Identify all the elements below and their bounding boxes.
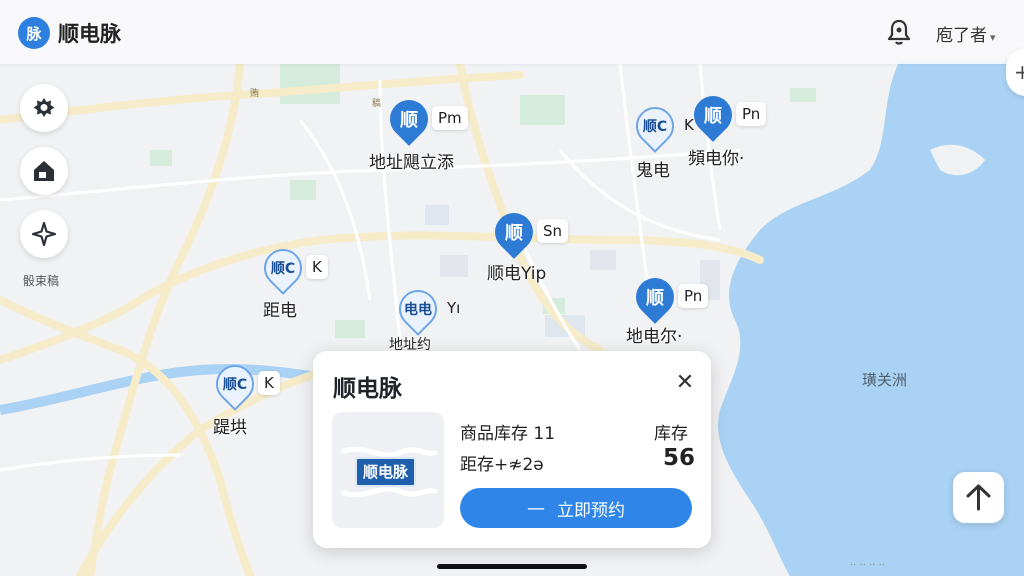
stock-label: 商品库存 11 xyxy=(460,424,556,444)
close-button[interactable]: ✕ xyxy=(673,371,697,395)
home-icon xyxy=(34,161,54,181)
scroll-up-button[interactable] xyxy=(953,472,1004,523)
pin-label: 地址飓立添 xyxy=(369,153,454,173)
distance-label: 距存+≉2ə xyxy=(460,455,544,475)
layers-button[interactable] xyxy=(20,84,68,132)
app-title: 顺电脉 xyxy=(58,22,121,46)
pin-label: 地电尔· xyxy=(626,327,683,347)
stock-header: 库存 xyxy=(654,424,688,444)
gear-icon xyxy=(33,98,55,117)
stock-value: 56 xyxy=(663,445,696,471)
sea-label: 璜关洲 xyxy=(862,371,908,389)
compass-icon xyxy=(31,221,57,247)
pin-tag: Sn xyxy=(537,219,569,243)
close-icon: ✕ xyxy=(675,370,695,395)
station-info-card: 顺电脉 ✕ 顺电脉 商品库存 11 距存+≉2ə 库存 56 — 立即预约 xyxy=(313,351,711,548)
plus-icon: + xyxy=(1014,60,1024,84)
pin-tag: K xyxy=(306,255,328,279)
arrow-up-icon xyxy=(966,484,991,511)
locate-button[interactable] xyxy=(20,210,68,258)
pin-tag: Yı xyxy=(447,299,461,317)
pin-tag: Pn xyxy=(736,102,767,126)
road-label: 贿 xyxy=(250,87,259,99)
pin-tag: Pm xyxy=(432,106,468,130)
controls-caption: 骰束稿 xyxy=(23,274,60,288)
home-indicator[interactable] xyxy=(437,564,587,569)
top-bar: 脉 顺电脉 庖了者 ▾ xyxy=(0,0,1024,64)
bell-icon[interactable] xyxy=(884,17,914,47)
card-title: 顺电脉 xyxy=(333,376,402,402)
user-name: 庖了者 xyxy=(936,26,987,46)
pin-tag: Pn xyxy=(678,284,709,308)
reserve-button[interactable]: — 立即预约 xyxy=(460,488,692,528)
thumbnail-badge: 顺电脉 xyxy=(355,457,417,487)
app-logo-icon[interactable]: 脉 xyxy=(18,17,50,49)
reserve-label: 立即预约 xyxy=(557,500,625,521)
station-thumbnail: 顺电脉 xyxy=(332,412,444,528)
home-button[interactable] xyxy=(20,147,68,195)
user-menu[interactable]: 庖了者 ▾ xyxy=(936,21,996,46)
pin-tag: K xyxy=(258,371,280,395)
pin-label: 距电 xyxy=(263,301,297,321)
road-label: 稿 xyxy=(372,97,381,109)
pin-label: 顺电Yip xyxy=(487,264,547,284)
pin-label: 踶垬 xyxy=(213,418,247,438)
map-attribution: ·· ·· ·· ·· xyxy=(850,560,885,571)
dash-icon: — xyxy=(527,497,545,519)
pin-label: 鬼电 xyxy=(636,161,670,181)
pin-label: 頻电你· xyxy=(688,149,745,169)
chevron-down-icon: ▾ xyxy=(990,31,996,44)
